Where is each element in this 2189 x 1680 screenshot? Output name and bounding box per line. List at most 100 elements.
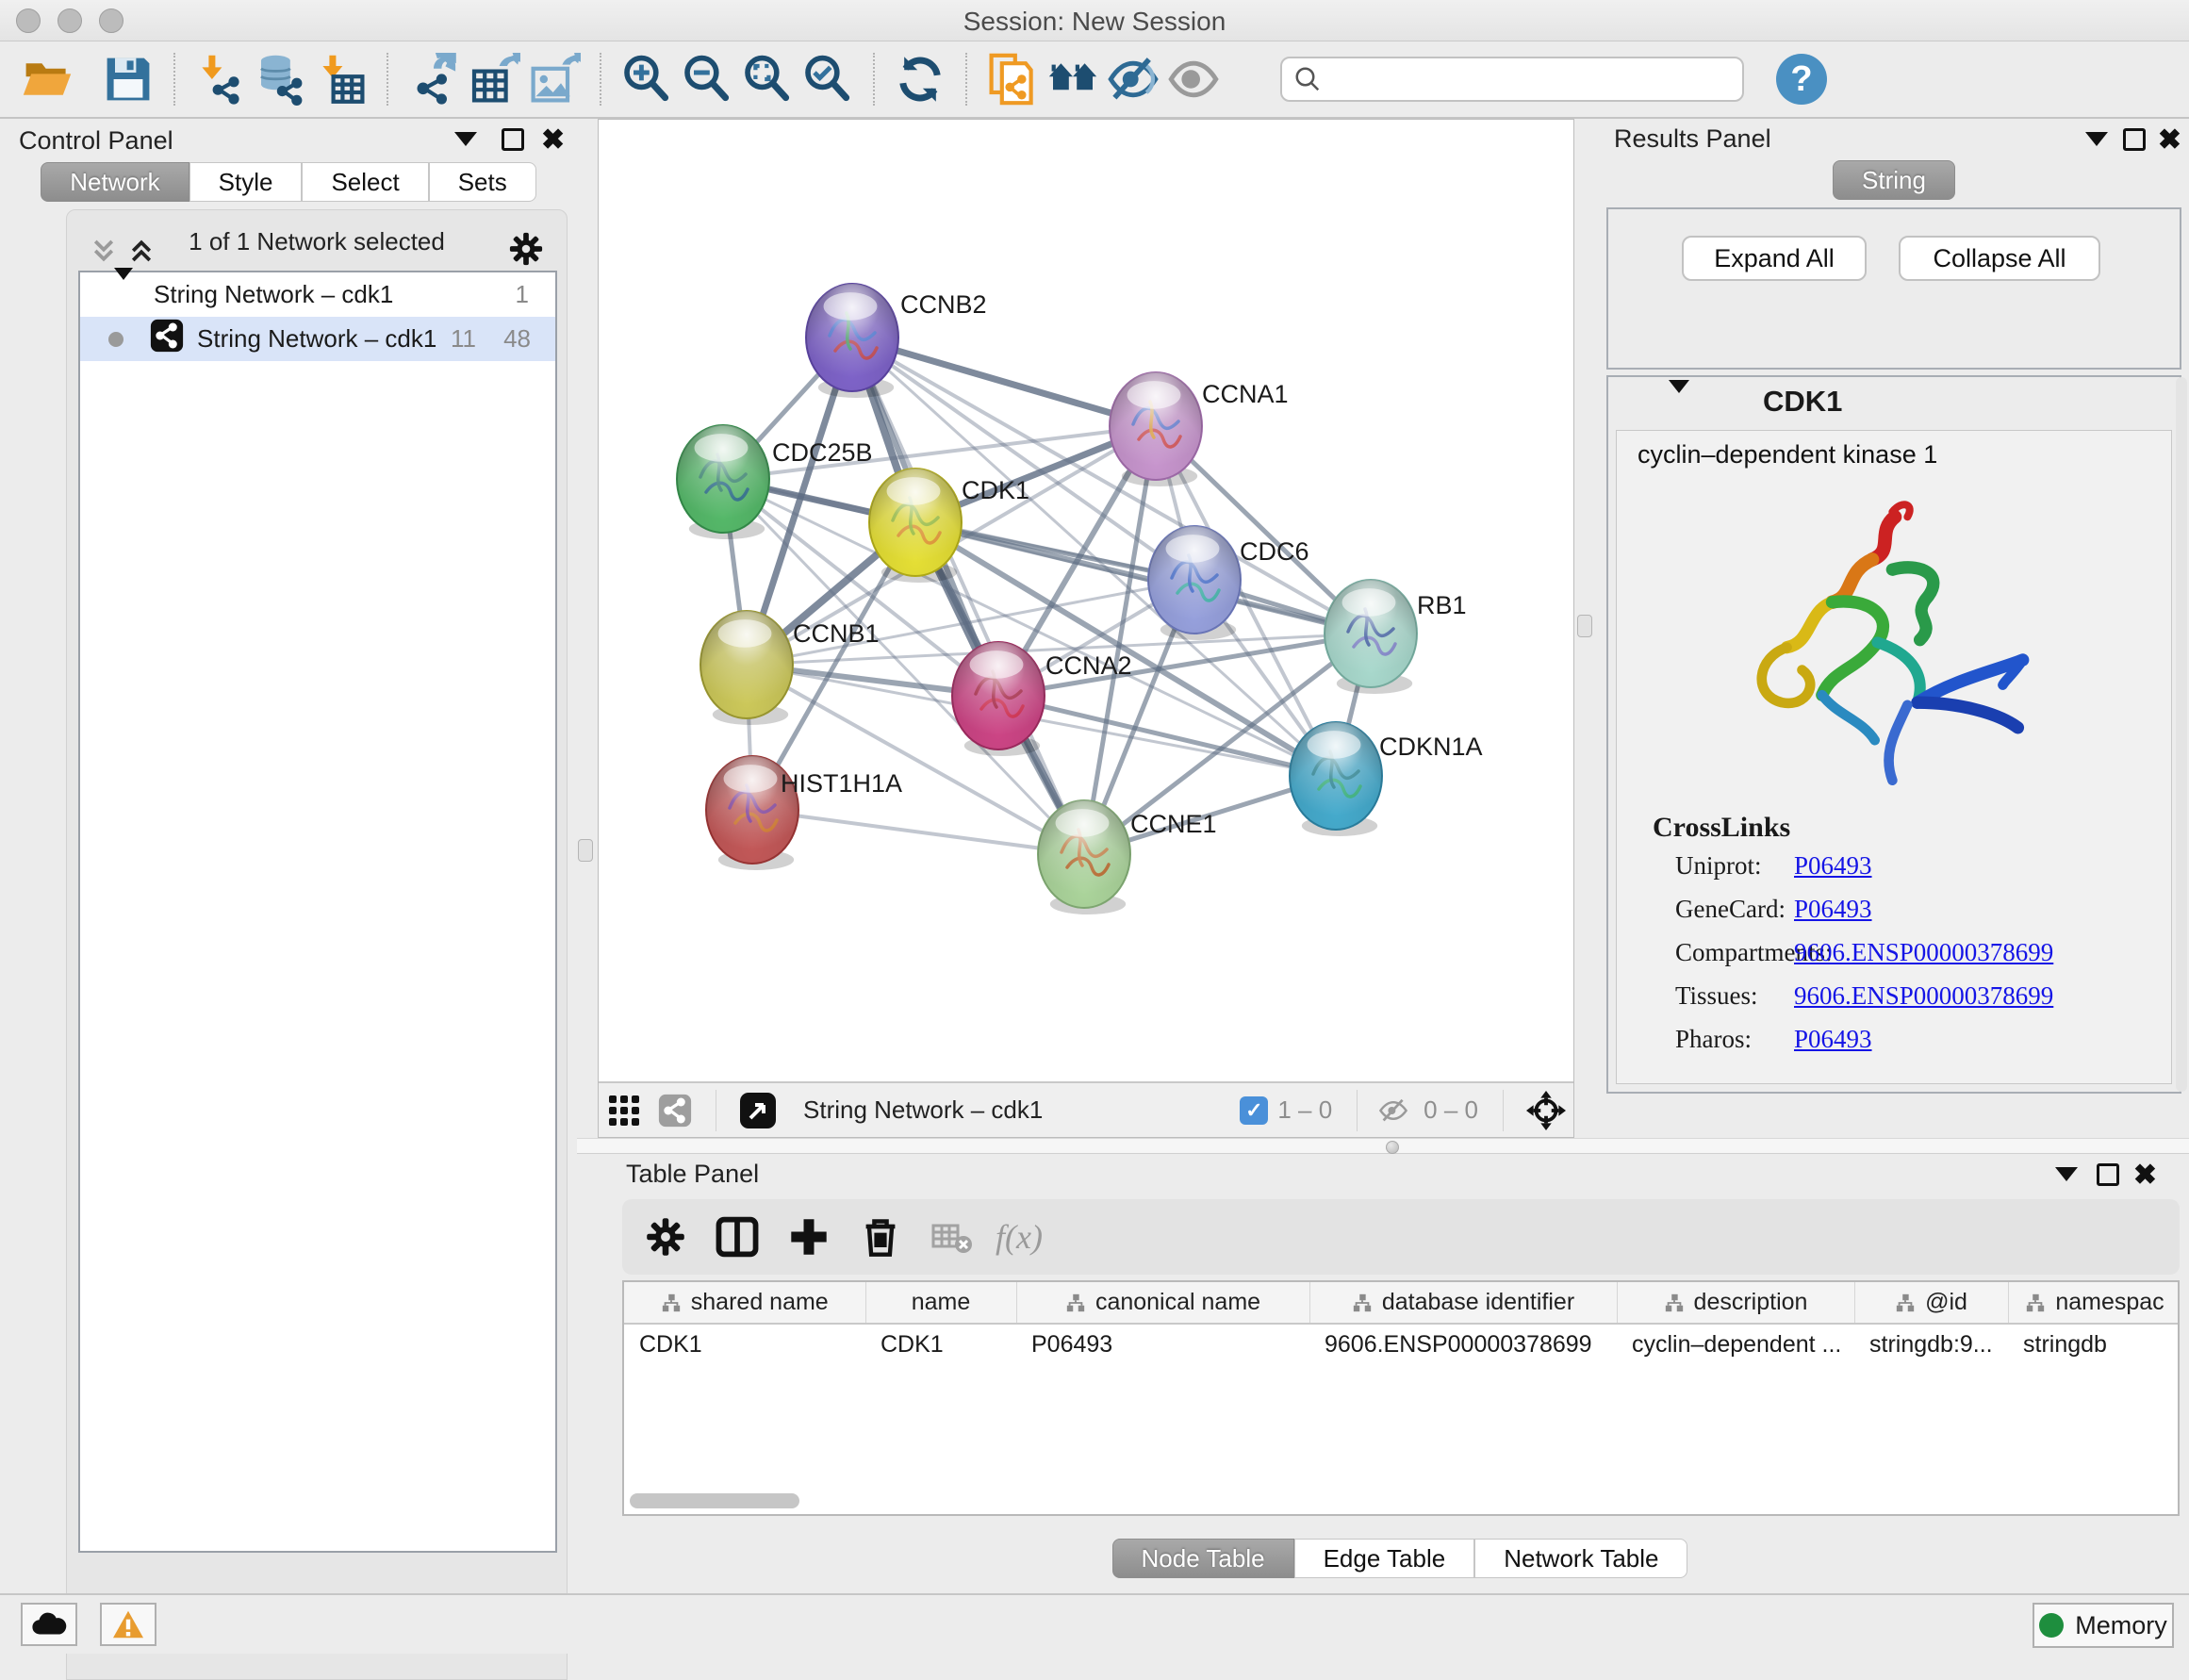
cell-id[interactable]: stringdb:9... [1854, 1324, 2008, 1365]
results-panel-close-icon[interactable]: ✖ [2158, 126, 2181, 155]
table-panel-close-icon[interactable]: ✖ [2133, 1161, 2157, 1190]
collapse-all-button[interactable]: Collapse All [1899, 236, 2100, 281]
column-header[interactable]: canonical name [1016, 1282, 1309, 1324]
import-network-from-database-button[interactable] [251, 49, 311, 109]
network-svg[interactable]: CCNB2CCNA1CDC25BCDK1CDC6RB1CCNB1CCNA2CDK… [599, 120, 1573, 1081]
zoom-fit-button[interactable] [737, 49, 798, 109]
network-view-icon[interactable] [650, 1080, 700, 1141]
export-table-button[interactable] [464, 49, 524, 109]
control-panel-menu-icon[interactable] [454, 132, 477, 146]
birdseye-crosshair-icon[interactable] [1519, 1080, 1573, 1141]
import-network-button[interactable] [190, 49, 251, 109]
memory-button[interactable]: Memory [2033, 1603, 2174, 1648]
export-image-button[interactable] [524, 49, 584, 109]
network-node-CDK1[interactable] [869, 469, 962, 583]
column-header[interactable]: database identifier [1309, 1282, 1617, 1324]
help-button[interactable]: ? [1776, 54, 1827, 105]
tab-style[interactable]: Style [189, 162, 303, 202]
network-node-CCNE1[interactable] [1038, 800, 1130, 914]
duplicate-network-button[interactable] [982, 49, 1043, 109]
network-node-CCNA1[interactable] [1110, 372, 1202, 486]
refresh-layout-button[interactable] [890, 49, 950, 109]
horizontal-divider[interactable] [577, 1138, 2189, 1154]
results-panel-menu-icon[interactable] [2085, 132, 2108, 146]
column-type-icon [1895, 1293, 1916, 1313]
search-input[interactable] [1322, 65, 1718, 94]
entry-expander-icon[interactable] [1669, 393, 1689, 410]
network-collection-row[interactable]: String Network – cdk1 1 [80, 272, 555, 317]
tab-node-table[interactable]: Node Table [1112, 1539, 1294, 1578]
network-edge-HIST1H1A-CCNE1[interactable] [752, 810, 1084, 854]
export-network-button[interactable] [403, 49, 464, 109]
table-horizontal-scrollbar[interactable] [630, 1493, 799, 1508]
crosslink-compartments-link[interactable]: 9606.ENSP00000378699 [1794, 938, 2053, 967]
zoom-selected-button[interactable] [798, 49, 858, 109]
cell-canonical-name[interactable]: P06493 [1016, 1324, 1309, 1365]
open-session-button[interactable] [17, 49, 77, 109]
hide-selected-button[interactable] [1103, 49, 1163, 109]
cell-namespace[interactable]: stringdb [2008, 1324, 2180, 1365]
import-network-icon [194, 53, 247, 106]
column-header[interactable]: @id [1854, 1282, 2008, 1324]
network-node-CDC6[interactable] [1148, 526, 1241, 640]
zoom-out-button[interactable] [677, 49, 737, 109]
divider-grip-icon[interactable] [1386, 1141, 1399, 1154]
crosslink-genecard-link[interactable]: P06493 [1794, 895, 1872, 924]
show-all-button[interactable] [1163, 49, 1224, 109]
right-splitter-handle[interactable] [1577, 615, 1592, 637]
network-node-CCNB1[interactable] [700, 611, 793, 725]
network-node-CDC25B[interactable] [677, 425, 769, 539]
cell-name[interactable]: CDK1 [865, 1324, 1016, 1365]
save-session-button[interactable] [98, 49, 158, 109]
tab-sets[interactable]: Sets [429, 162, 536, 202]
delete-table-icon[interactable] [922, 1207, 982, 1267]
tab-string[interactable]: String [1833, 160, 1955, 200]
column-header[interactable]: shared name [624, 1282, 865, 1324]
left-splitter-handle[interactable] [578, 839, 593, 862]
delete-column-trash-icon[interactable] [850, 1207, 911, 1267]
tab-edge-table[interactable]: Edge Table [1294, 1539, 1475, 1578]
column-header[interactable]: namespac [2008, 1282, 2180, 1324]
column-type-icon [2025, 1293, 2046, 1313]
show-columns-icon[interactable] [707, 1207, 767, 1267]
cloud-status-button[interactable] [21, 1603, 77, 1646]
detach-view-icon[interactable] [732, 1080, 784, 1141]
expand-all-button[interactable]: Expand All [1682, 236, 1867, 281]
import-table-button[interactable] [311, 49, 371, 109]
network-row[interactable]: String Network – cdk1 11 48 [80, 317, 555, 361]
table-row[interactable]: CDK1 CDK1 P06493 9606.ENSP00000378699 cy… [624, 1324, 2180, 1365]
cell-database-identifier[interactable]: 9606.ENSP00000378699 [1309, 1324, 1617, 1365]
crosslink-tissues-link[interactable]: 9606.ENSP00000378699 [1794, 981, 2053, 1011]
first-neighbors-button[interactable] [1043, 49, 1103, 109]
collection-expander-icon[interactable] [114, 280, 133, 309]
table-panel-float-icon[interactable] [2097, 1163, 2119, 1186]
table-panel-menu-icon[interactable] [2055, 1167, 2078, 1181]
zoom-in-button[interactable] [617, 49, 677, 109]
results-panel-float-icon[interactable] [2123, 128, 2146, 151]
network-node-CCNB2[interactable] [806, 284, 898, 398]
node-label-CCNA2: CCNA2 [1045, 651, 1132, 680]
cell-description[interactable]: cyclin–dependent ... [1617, 1324, 1854, 1365]
network-node-CDKN1A[interactable] [1290, 722, 1382, 836]
network-node-CCNA2[interactable] [952, 642, 1045, 756]
create-column-plus-icon[interactable] [779, 1207, 839, 1267]
tab-network-table[interactable]: Network Table [1474, 1539, 1687, 1578]
grid-view-icon[interactable] [599, 1080, 650, 1141]
selected-checkbox-icon[interactable]: ✓ [1240, 1096, 1268, 1125]
network-node-RB1[interactable] [1325, 580, 1417, 694]
results-scrollbar[interactable] [2176, 377, 2187, 1092]
warning-status-button[interactable] [100, 1603, 156, 1646]
cell-shared-name[interactable]: CDK1 [624, 1324, 865, 1365]
tab-network[interactable]: Network [41, 162, 189, 202]
search-field[interactable] [1280, 57, 1744, 102]
column-header[interactable]: description [1617, 1282, 1854, 1324]
crosslink-uniprot-link[interactable]: P06493 [1794, 851, 1872, 881]
control-panel-close-icon[interactable]: ✖ [541, 126, 565, 155]
crosslink-pharos-link[interactable]: P06493 [1794, 1025, 1872, 1054]
network-options-gear-icon[interactable] [508, 231, 544, 272]
control-panel-float-icon[interactable] [502, 128, 524, 151]
column-header[interactable]: name [865, 1282, 1016, 1324]
function-builder-fx[interactable]: f(x) [996, 1217, 1043, 1257]
table-options-gear-icon[interactable] [635, 1207, 696, 1267]
tab-select[interactable]: Select [302, 162, 428, 202]
